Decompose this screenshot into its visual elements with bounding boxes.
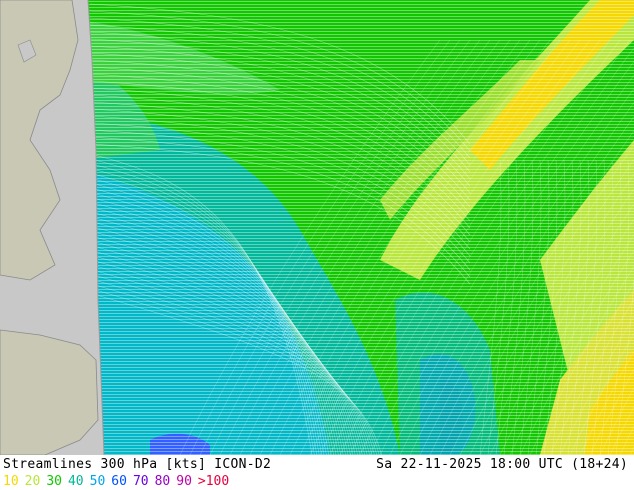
speed-legend: 10 20 30 40 50 60 70 80 90 >100	[3, 474, 235, 489]
legend-item: 60	[111, 474, 127, 489]
chart-title: Streamlines 300 hPa [kts] ICON-D2	[3, 457, 272, 472]
legend-item: 90	[176, 474, 192, 489]
streamline-map	[0, 0, 634, 455]
valid-time: Sa 22-11-2025 18:00 UTC (18+24)	[376, 457, 628, 472]
legend-item: 10	[3, 474, 19, 489]
legend-item: 20	[24, 474, 41, 489]
legend-item: >100	[197, 474, 230, 489]
legend-item: 50	[89, 474, 106, 489]
legend-item: 70	[132, 474, 149, 489]
footer-bar: Streamlines 300 hPa [kts] ICON-D2 Sa 22-…	[0, 455, 634, 490]
legend-item: 40	[67, 474, 84, 489]
legend-item: 30	[46, 474, 62, 489]
wind-speed-field	[88, 0, 634, 455]
legend-item: 80	[154, 474, 171, 489]
